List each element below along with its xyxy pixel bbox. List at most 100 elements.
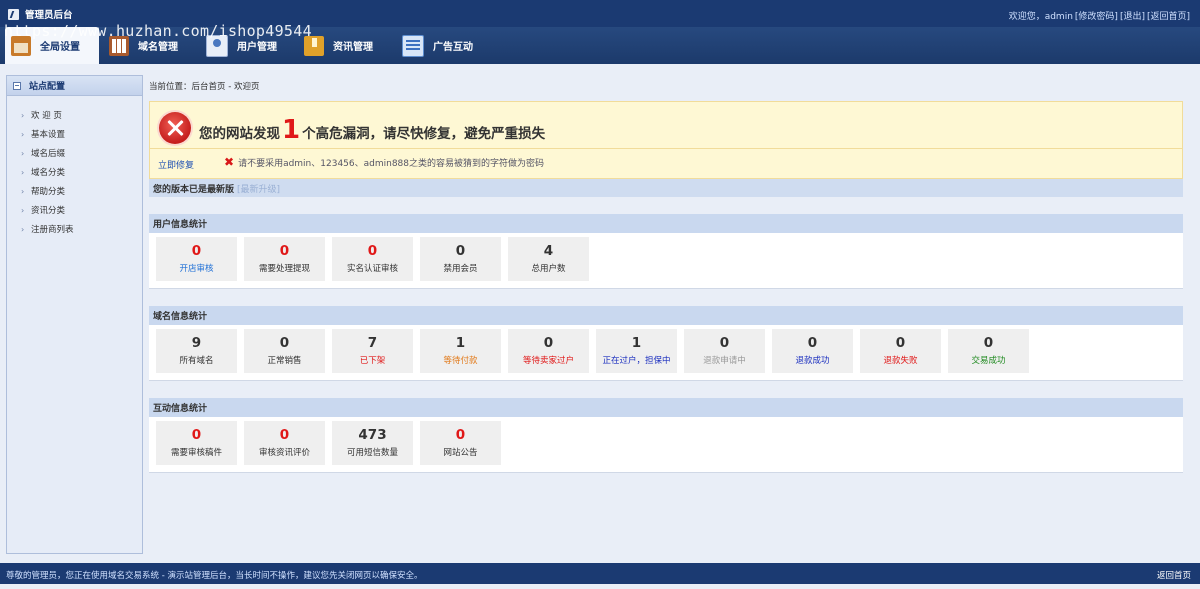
stat-label: 退款申请中 <box>703 356 746 366</box>
stat-label: 已下架 <box>359 356 386 366</box>
sidebar-item-domain-suffix[interactable]: › 域名后缀 <box>21 144 142 163</box>
version-bar: 您的版本已是最新版 [最新升级] <box>149 179 1183 197</box>
domain-stats-panel: 域名信息统计 9 所有域名 0 正常销售 7 已下架 1 等待付款 0 等待卖家过户 1 正在过户，担… <box>149 306 1183 381</box>
stat-card[interactable]: 7 已下架 <box>332 329 413 373</box>
stat-card[interactable]: 9 所有域名 <box>156 329 237 373</box>
stat-label: 等待卖家过户 <box>522 356 574 366</box>
close-icon: ✖ <box>224 155 235 169</box>
stat-card[interactable]: 1 等待付款 <box>420 329 501 373</box>
stat-value: 7 <box>367 335 378 351</box>
watermark-text: https://www.huzhan.com/ishop49544 <box>4 22 312 40</box>
stats-row: 0 开店审核 0 需要处理提现 0 实名认证审核 0 禁用会员 4 总用户数 <box>149 233 1183 288</box>
stat-card[interactable]: 0 等待卖家过户 <box>508 329 589 373</box>
stat-label: 实名认证审核 <box>346 264 398 274</box>
sidebar-item-label: 资讯分类 <box>31 206 66 216</box>
stat-value: 0 <box>191 243 202 259</box>
tab-label: 用户管理 <box>237 42 277 53</box>
sidebar-item-welcome[interactable]: › 欢 迎 页 <box>21 106 142 125</box>
stat-label: 需要处理提现 <box>258 264 310 274</box>
sidebar-item-basic-settings[interactable]: › 基本设置 <box>21 125 142 144</box>
footer-notice: 尊敬的管理员，您正在使用域名交易系统 - 演示站管理后台，当长时间不操作，建议您… <box>6 571 423 581</box>
stat-label: 退款失败 <box>883 356 918 366</box>
panel-title: 用户信息统计 <box>149 214 1183 233</box>
stat-card[interactable]: 473 可用短信数量 <box>332 421 413 465</box>
chevron-right-icon: › <box>21 111 25 120</box>
stat-label: 开店审核 <box>179 264 214 274</box>
stat-label: 禁用会员 <box>443 264 478 274</box>
sidebar-item-label: 帮助分类 <box>31 187 66 197</box>
stat-label: 正在过户，担保中 <box>602 356 671 366</box>
stat-card[interactable]: 1 正在过户，担保中 <box>596 329 677 373</box>
stat-value: 0 <box>455 427 466 443</box>
sidebar: 站点配置 › 欢 迎 页 › 基本设置 › 域名后缀 › 域名分类 › 帮助分类 › 资讯分… <box>6 75 143 554</box>
sidebar-item-registrar-list[interactable]: › 注册商列表 <box>21 220 142 239</box>
stat-value: 0 <box>807 335 818 351</box>
user-stats-panel: 用户信息统计 0 开店审核 0 需要处理提现 0 实名认证审核 0 禁用会员 4 总用户数 <box>149 214 1183 289</box>
tab-label: 广告互动 <box>433 42 473 53</box>
app-title: 管理员后台 <box>25 10 73 21</box>
stat-card[interactable]: 0 需要处理提现 <box>244 237 325 281</box>
breadcrumb: 当前位置：后台首页 - 欢迎页 <box>149 82 260 92</box>
error-icon <box>159 112 191 144</box>
alert-title: 您的网站发现 1 个高危漏洞，请尽快修复，避免严重损失 <box>199 115 546 145</box>
interaction-stats-panel: 互动信息统计 0 需要审核稿件 0 审核资讯评价 473 可用短信数量 0 网站公告 <box>149 398 1183 473</box>
stats-row: 0 需要审核稿件 0 审核资讯评价 473 可用短信数量 0 网站公告 <box>149 417 1183 472</box>
chevron-right-icon: › <box>21 225 25 234</box>
stat-card[interactable]: 0 开店审核 <box>156 237 237 281</box>
warning-text: 请不要采用admin、123456、admin888之类的容易被猜到的字符做为密… <box>238 158 544 169</box>
alert-prefix: 您的网站发现 <box>199 126 280 142</box>
tab-ad-interaction[interactable]: 广告互动 <box>402 27 473 64</box>
logout-link[interactable]: [退出] <box>1120 12 1145 22</box>
stat-card[interactable]: 0 正常销售 <box>244 329 325 373</box>
sidebar-item-help-category[interactable]: › 帮助分类 <box>21 182 142 201</box>
sidebar-item-label: 域名后缀 <box>31 149 66 159</box>
tab-news-management[interactable]: 资讯管理 <box>304 27 373 64</box>
stat-value: 0 <box>279 243 290 259</box>
version-text: 您的版本已是最新版 <box>153 184 235 195</box>
stat-card[interactable]: 0 实名认证审核 <box>332 237 413 281</box>
return-home-link[interactable]: [返回首页] <box>1147 12 1190 22</box>
stat-card[interactable]: 0 需要审核稿件 <box>156 421 237 465</box>
stat-card[interactable]: 0 禁用会员 <box>420 237 501 281</box>
chevron-right-icon: › <box>21 130 25 139</box>
stat-value: 1 <box>455 335 466 351</box>
stat-card[interactable]: 0 交易成功 <box>948 329 1029 373</box>
sidebar-item-domain-category[interactable]: › 域名分类 <box>21 163 142 182</box>
fix-now-link[interactable]: 立即修复 <box>158 158 194 171</box>
stat-label: 等待付款 <box>443 356 478 366</box>
panel-title: 域名信息统计 <box>149 306 1183 325</box>
logo-icon <box>8 8 19 20</box>
stat-card[interactable]: 0 网站公告 <box>420 421 501 465</box>
password-warning: ✖ 请不要采用admin、123456、admin888之类的容易被猜到的字符做… <box>224 155 544 169</box>
sidebar-title: 站点配置 <box>29 82 66 92</box>
app-brand: 管理员后台 <box>8 7 73 21</box>
alert-suffix: 个高危漏洞，请尽快修复，避免严重损失 <box>302 126 546 142</box>
footer-return-home-link[interactable]: 返回首页 <box>1157 563 1191 589</box>
stat-value: 0 <box>543 335 554 351</box>
stat-label: 网站公告 <box>443 448 478 458</box>
stat-value: 4 <box>543 243 554 259</box>
stat-value: 473 <box>358 427 387 443</box>
chevron-right-icon: › <box>21 168 25 177</box>
stat-card[interactable]: 0 审核资讯评价 <box>244 421 325 465</box>
stat-label: 可用短信数量 <box>346 448 398 458</box>
stat-card[interactable]: 0 退款失败 <box>860 329 941 373</box>
tab-label: 资讯管理 <box>333 42 373 53</box>
vulnerability-count: 1 <box>282 115 301 145</box>
upgrade-link[interactable]: [最新升级] <box>237 182 280 195</box>
stat-card[interactable]: 0 退款成功 <box>772 329 853 373</box>
change-password-link[interactable]: [修改密码] <box>1075 12 1118 22</box>
stat-card[interactable]: 0 退款申请中 <box>684 329 765 373</box>
stat-value: 0 <box>279 335 290 351</box>
sidebar-item-label: 欢 迎 页 <box>31 111 62 121</box>
stat-value: 0 <box>279 427 290 443</box>
sidebar-item-label: 注册商列表 <box>31 225 74 235</box>
tab-label: 域名管理 <box>138 42 178 53</box>
stat-value: 9 <box>191 335 202 351</box>
stat-label: 所有域名 <box>179 356 214 366</box>
stat-value: 0 <box>895 335 906 351</box>
sidebar-header[interactable]: 站点配置 <box>7 76 142 96</box>
sidebar-item-news-category[interactable]: › 资讯分类 <box>21 201 142 220</box>
stat-card[interactable]: 4 总用户数 <box>508 237 589 281</box>
collapse-icon[interactable] <box>13 81 21 90</box>
